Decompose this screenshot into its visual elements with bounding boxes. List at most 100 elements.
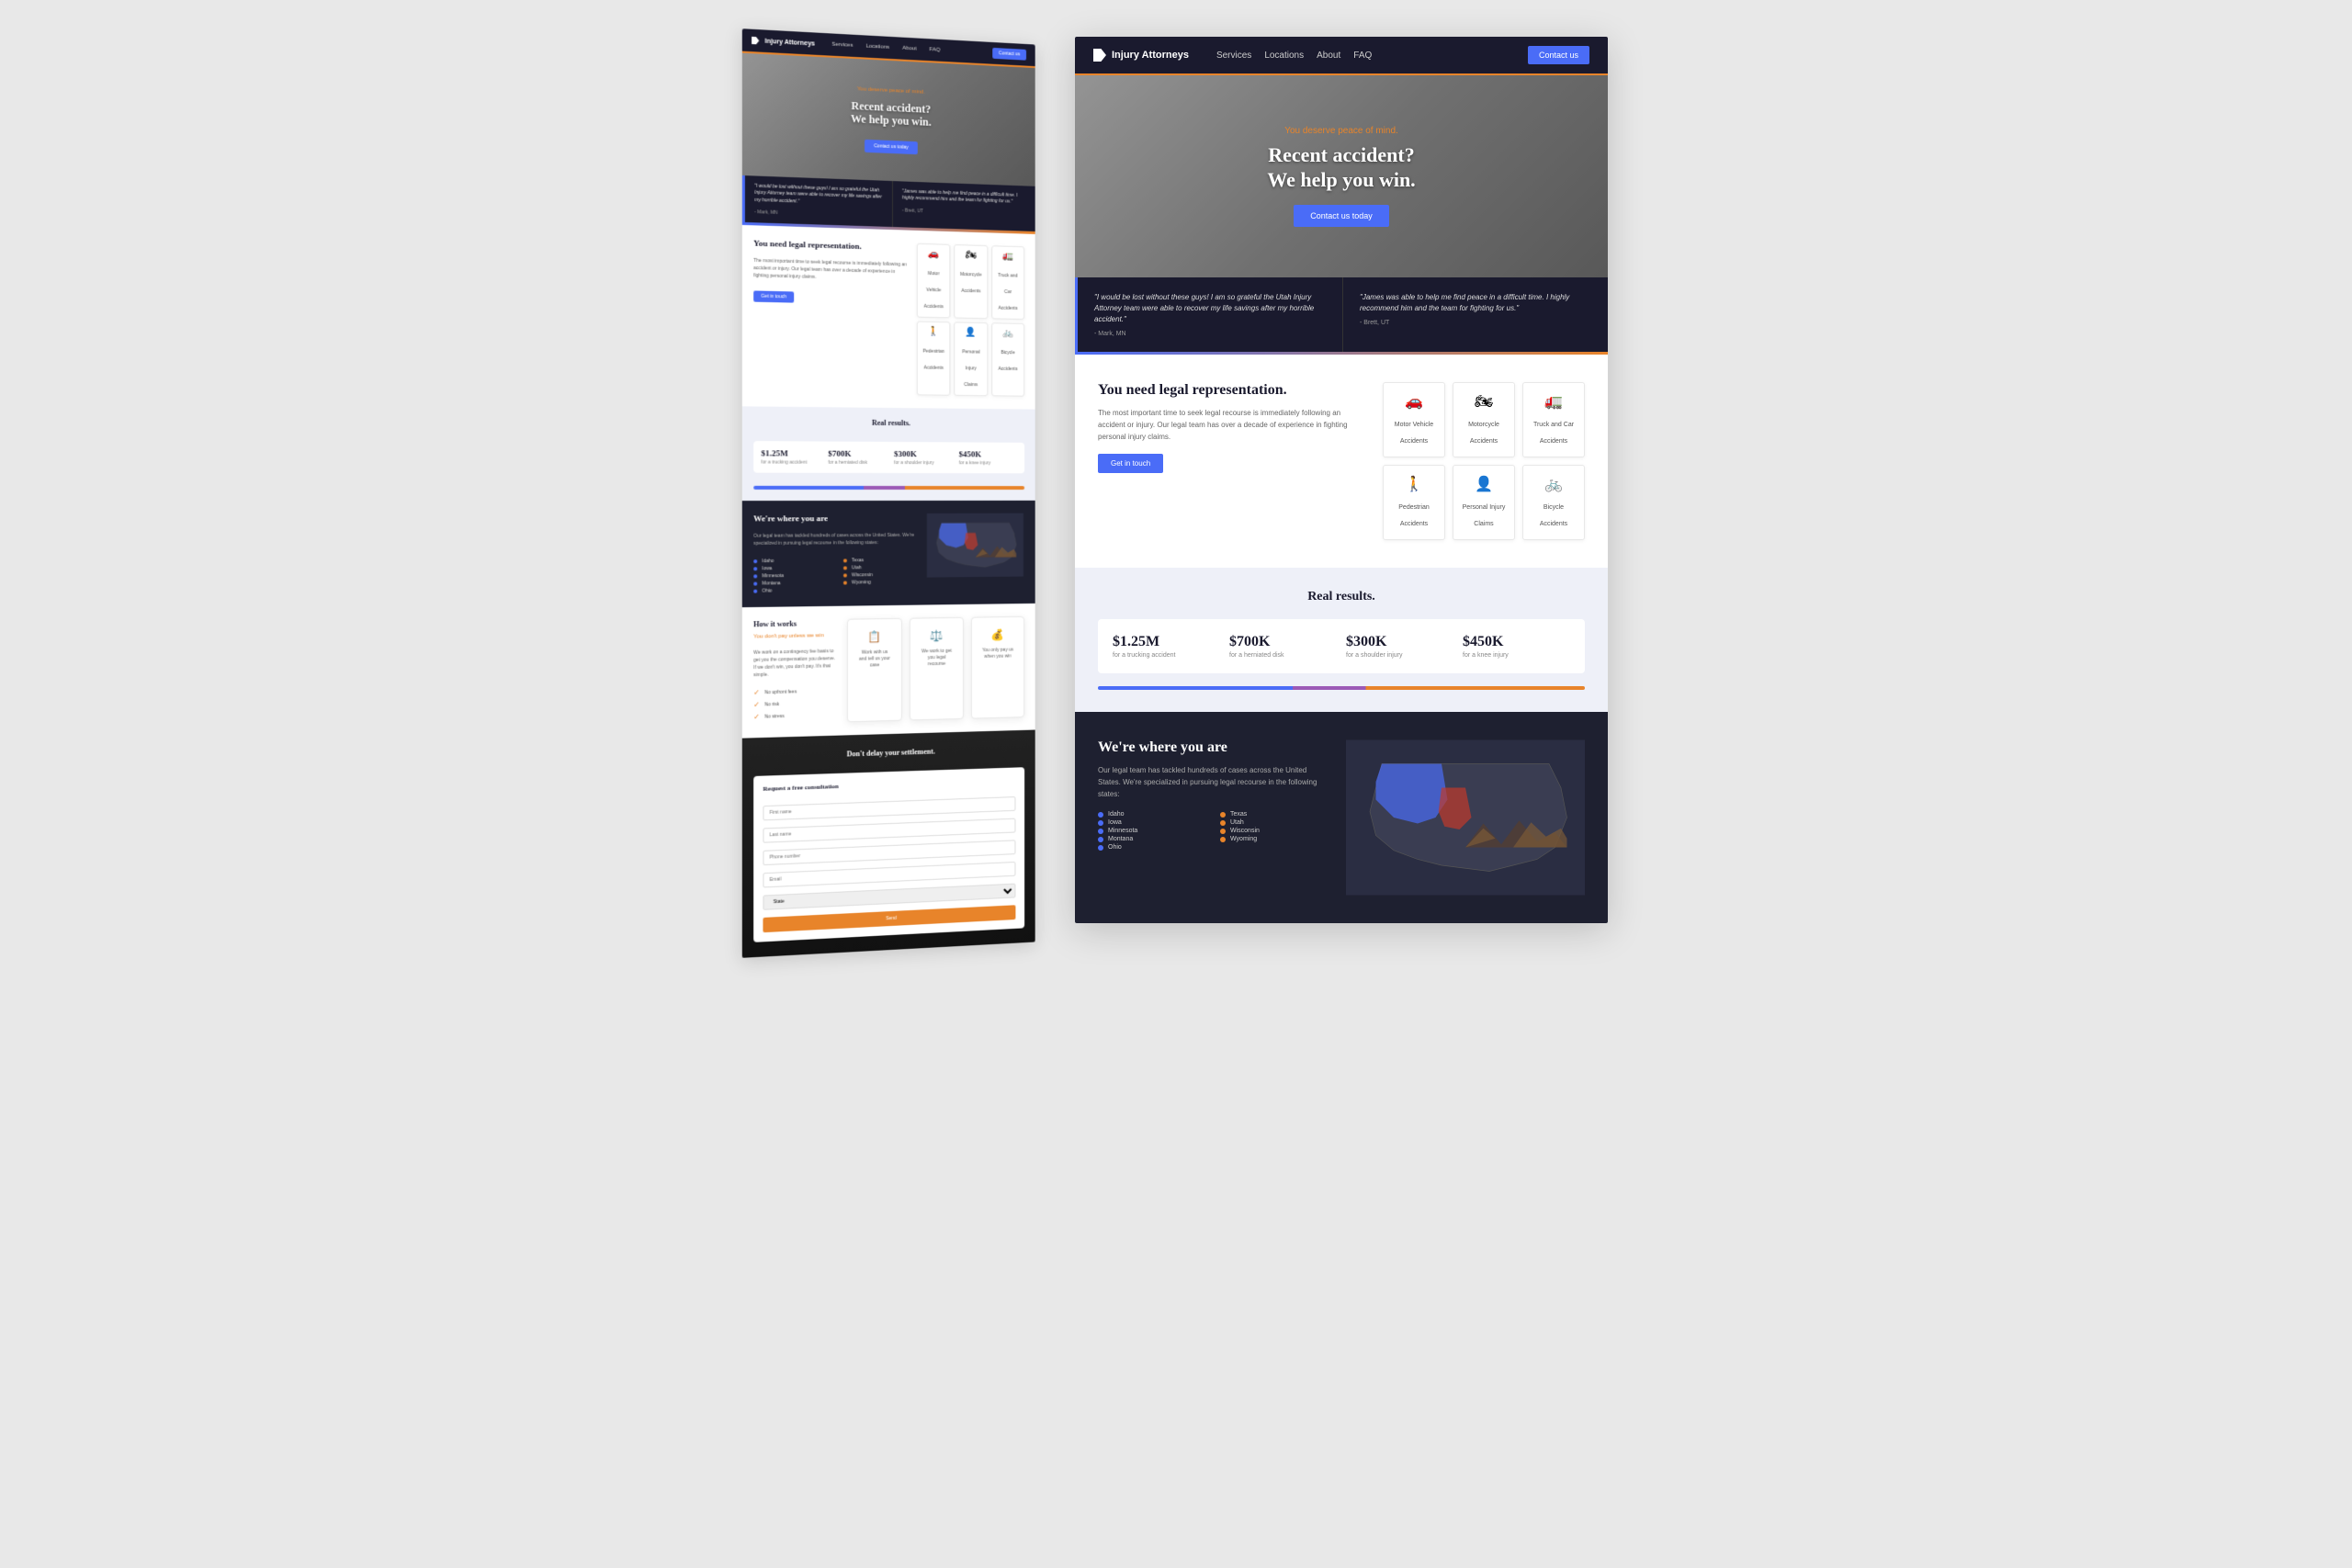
- state-dot-ohio: [753, 590, 757, 593]
- main-result-2: $300K for a shoulder injury: [1346, 634, 1453, 659]
- nav-cta-button[interactable]: Contact us: [992, 48, 1026, 61]
- how-subtitle: You don't pay unless we win: [753, 633, 838, 640]
- main-nav-services[interactable]: Services: [1216, 51, 1251, 61]
- main-result-amount-2: $300K: [1346, 634, 1453, 650]
- state-dot-wy: [843, 581, 847, 585]
- how-list-item-1: No risk: [753, 699, 838, 709]
- service-label-4: Personal Injury Claims: [962, 350, 979, 389]
- results-title: Real results.: [753, 418, 1024, 428]
- main-service-card-3: 🚶 Pedestrian Accidents: [1383, 465, 1445, 540]
- main-map-section: We're where you are Our legal team has t…: [1075, 712, 1608, 923]
- main-service-icon-0: 🚗: [1391, 392, 1437, 411]
- result-label-0: for a trucking accident: [761, 460, 822, 466]
- results-section: Real results. $1.25M for a trucking acci…: [742, 407, 1035, 502]
- main-state-dot-ohio: [1098, 845, 1103, 851]
- main-results-section: Real results. $1.25M for a trucking acci…: [1075, 568, 1608, 712]
- form-lastname[interactable]: [763, 818, 1015, 843]
- form-email[interactable]: [763, 862, 1015, 887]
- state-wi: Wisconsin: [843, 572, 917, 579]
- main-service-label-1: Motorcycle Accidents: [1468, 422, 1499, 445]
- state-iowa: Iowa: [753, 566, 829, 572]
- service-card-3: 🚶 Pedestrian Accidents: [917, 321, 951, 396]
- main-nav-about[interactable]: About: [1317, 51, 1340, 61]
- state-dot-texas: [843, 559, 847, 563]
- main-result-label-0: for a trucking accident: [1113, 652, 1220, 659]
- main-nav-links: Services Locations About FAQ: [1216, 51, 1372, 61]
- main-result-amount-1: $700K: [1229, 634, 1337, 650]
- main-result-label-2: for a shoulder injury: [1346, 652, 1453, 659]
- how-card-1: ⚖️ We work to get you legal recourse: [910, 617, 964, 721]
- main-legal-section: You need legal representation. The most …: [1075, 355, 1608, 568]
- main-nav-locations[interactable]: Locations: [1264, 51, 1304, 61]
- main-nav-logo: Injury Attorneys: [1093, 49, 1189, 62]
- main-nav-cta-button[interactable]: Contact us: [1528, 46, 1589, 64]
- nav-about[interactable]: About: [902, 46, 917, 52]
- main-service-card-2: 🚛 Truck and Car Accidents: [1522, 382, 1585, 457]
- main-result-label-1: for a herniated disk: [1229, 652, 1337, 659]
- main-states-grid: Idaho Texas Iowa Utah Minnesota Wisconsi…: [1098, 811, 1328, 851]
- how-cards: 📋 Work with us and tell us your case ⚖️ …: [847, 616, 1024, 722]
- main-testimonial-2: "James was able to help me find peace in…: [1342, 277, 1608, 352]
- main-state-dot-wi: [1220, 829, 1226, 834]
- how-card-text-1: We work to get you legal recourse: [920, 649, 954, 669]
- legal-title: You need legal representation.: [753, 239, 908, 253]
- testimonial-1-text: "I would be lost without these guys! I a…: [754, 183, 883, 209]
- state-utah: Utah: [843, 565, 917, 571]
- main-service-icon-4: 👤: [1461, 475, 1507, 493]
- main-testimonial-2-author: - Brett, UT: [1360, 320, 1591, 326]
- logo-icon: [752, 37, 759, 45]
- how-list-item-0: No upfront fees: [753, 687, 838, 697]
- usa-map: [926, 513, 1024, 578]
- footer-cta: Don't delay your settlement. Request a f…: [742, 730, 1035, 958]
- nav-faq[interactable]: FAQ: [929, 47, 940, 53]
- service-icon-2: 🚛: [996, 252, 1020, 263]
- service-card-4: 👤 Personal Injury Claims: [955, 322, 988, 397]
- states-grid: Idaho Texas Iowa Utah Minnesota Wisconsi…: [753, 558, 917, 594]
- how-list-item-2: No stress: [753, 711, 838, 722]
- main-service-label-5: Bicycle Accidents: [1540, 504, 1567, 527]
- legal-cta-button[interactable]: Get in touch: [753, 291, 794, 303]
- main-legal-title: You need legal representation.: [1098, 382, 1364, 399]
- form-submit-button[interactable]: Send: [763, 906, 1015, 933]
- state-dot-mn: [753, 575, 757, 579]
- nav-services[interactable]: Services: [831, 42, 853, 49]
- form-firstname[interactable]: [763, 796, 1015, 820]
- form-phone[interactable]: [763, 840, 1015, 866]
- nav-logo: Injury Attorneys: [752, 37, 815, 48]
- main-service-label-4: Personal Injury Claims: [1463, 504, 1506, 527]
- main-hero-cta-button[interactable]: Contact us today: [1294, 205, 1389, 227]
- result-0: $1.25M for a trucking accident: [761, 449, 822, 466]
- main-result-0: $1.25M for a trucking accident: [1113, 634, 1220, 659]
- service-icon-5: 🚲: [996, 329, 1020, 339]
- main-result-3: $450K for a knee injury: [1463, 634, 1570, 659]
- hero-cta-button[interactable]: Contact us today: [865, 140, 917, 154]
- main-state-ohio: Ohio: [1098, 844, 1205, 851]
- state-dot-mt: [753, 582, 757, 586]
- main-legal-cta-button[interactable]: Get in touch: [1098, 454, 1163, 473]
- how-list: No upfront fees No risk No stress: [753, 687, 838, 722]
- main-nav-bar: Injury Attorneys Services Locations Abou…: [1075, 37, 1608, 73]
- how-card-icon-2: 💰: [981, 628, 1015, 642]
- main-service-icon-3: 🚶: [1391, 475, 1437, 493]
- state-dot-wi: [843, 574, 847, 578]
- service-card-2: 🚛 Truck and Car Accidents: [991, 246, 1024, 321]
- main-map-visual: [1346, 739, 1585, 896]
- how-card-0: 📋 Work with us and tell us your case: [847, 618, 902, 722]
- main-state-dot-texas: [1220, 812, 1226, 818]
- main-nav-faq[interactable]: FAQ: [1353, 51, 1372, 61]
- result-label-2: for a shoulder injury: [894, 460, 954, 466]
- main-service-label-3: Pedestrian Accidents: [1398, 504, 1429, 527]
- state-mn: Minnesota: [753, 573, 829, 580]
- results-grid: $1.25M for a trucking accident $700K for…: [753, 441, 1024, 473]
- hero-content: You deserve peace of mind. Recent accide…: [832, 58, 950, 183]
- main-legal-desc: The most important time to seek legal re…: [1098, 408, 1364, 443]
- testimonial-2-text: "James was able to help me find peace in…: [902, 188, 1026, 207]
- nav-locations[interactable]: Locations: [865, 44, 889, 51]
- preview-card: Injury Attorneys Services Locations Abou…: [742, 28, 1035, 958]
- main-service-card-4: 👤 Personal Injury Claims: [1453, 465, 1515, 540]
- service-icon-4: 👤: [958, 328, 983, 338]
- main-map-text: We're where you are Our legal team has t…: [1098, 739, 1328, 851]
- state-idaho: Idaho: [753, 558, 829, 565]
- result-label-3: for a knee injury: [959, 461, 1018, 467]
- main-service-card-5: 🚲 Bicycle Accidents: [1522, 465, 1585, 540]
